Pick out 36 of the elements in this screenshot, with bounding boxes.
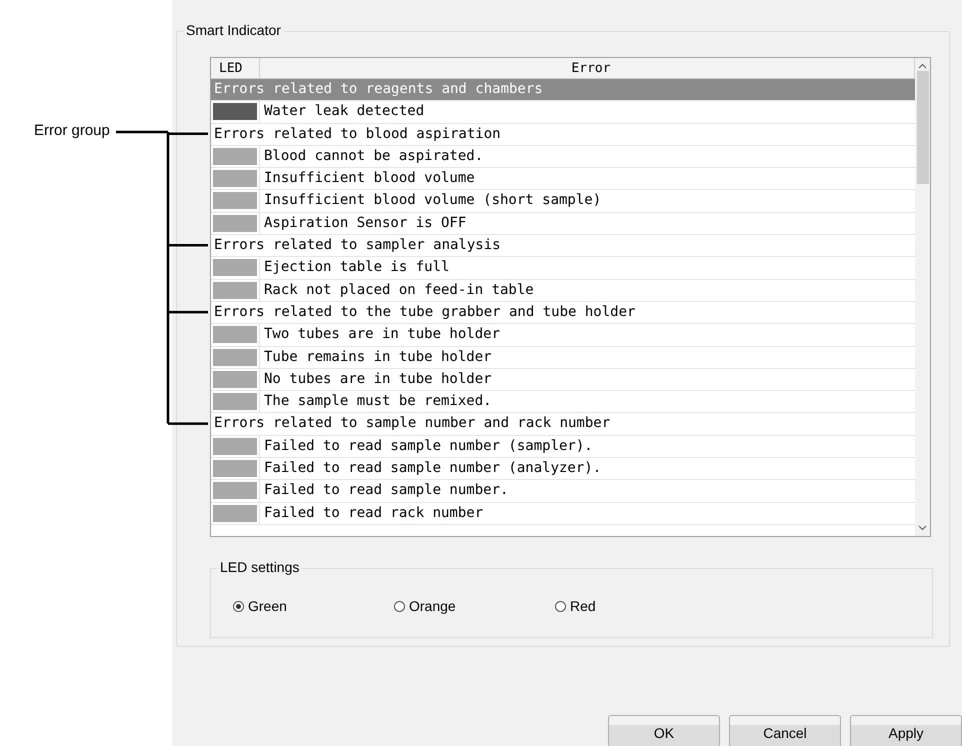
error-group-row[interactable]: Errors related to the tube grabber and tube holder [211,302,915,324]
error-text[interactable]: Ejection table is full [260,257,915,279]
error-group-row[interactable]: Errors related to blood aspiration [211,124,915,145]
scroll-down-icon[interactable] [918,525,927,531]
group-title: Smart Indicator [183,22,284,38]
error-text[interactable]: Two tubes are in tube holder [260,324,915,346]
error-text[interactable]: Aspiration Sensor is OFF [260,212,915,234]
column-header: LED [211,58,260,78]
error-text[interactable]: Tube remains in tube holder [260,346,915,368]
radio-icon[interactable] [233,600,244,612]
error-text[interactable]: Rack not placed on feed-in table [260,280,915,301]
error-group-row[interactable]: Errors related to sample number and rack number [211,413,915,435]
error-text[interactable]: The sample must be remixed. [260,391,915,412]
dialog-button[interactable]: OK [608,715,720,746]
error-text[interactable]: Insufficient blood volume [260,168,915,190]
callout-label: Error group [34,122,110,139]
dialog-button[interactable]: Apply [850,715,962,746]
radio-icon[interactable] [394,600,405,612]
group-title: LED settings [217,559,302,575]
error-group-row[interactable]: Errors related to sampler analysis [211,235,915,256]
error-text[interactable]: Insufficient blood volume (short sample) [260,190,915,212]
scrollbar[interactable] [915,58,930,536]
scroll-up-icon[interactable] [918,63,927,69]
error-text[interactable]: Failed to read sample number (analyzer). [260,458,915,480]
error-text[interactable]: Failed to read sample number (sampler). [260,436,915,458]
error-text[interactable]: Blood cannot be aspirated. [260,146,915,168]
dialog-button[interactable]: Cancel [729,715,841,746]
radio-option[interactable]: Red [555,598,716,614]
radio-option[interactable]: Green [233,598,394,614]
error-text[interactable]: No tubes are in tube holder [260,368,915,390]
radio-option[interactable]: Orange [394,598,555,614]
radio-icon[interactable] [555,600,566,612]
scroll-thumb[interactable] [916,71,928,184]
error-text[interactable]: Failed to read sample number. [260,480,915,502]
error-text[interactable]: Water leak detected [260,101,915,123]
error-text[interactable]: Failed to read rack number [260,502,915,524]
